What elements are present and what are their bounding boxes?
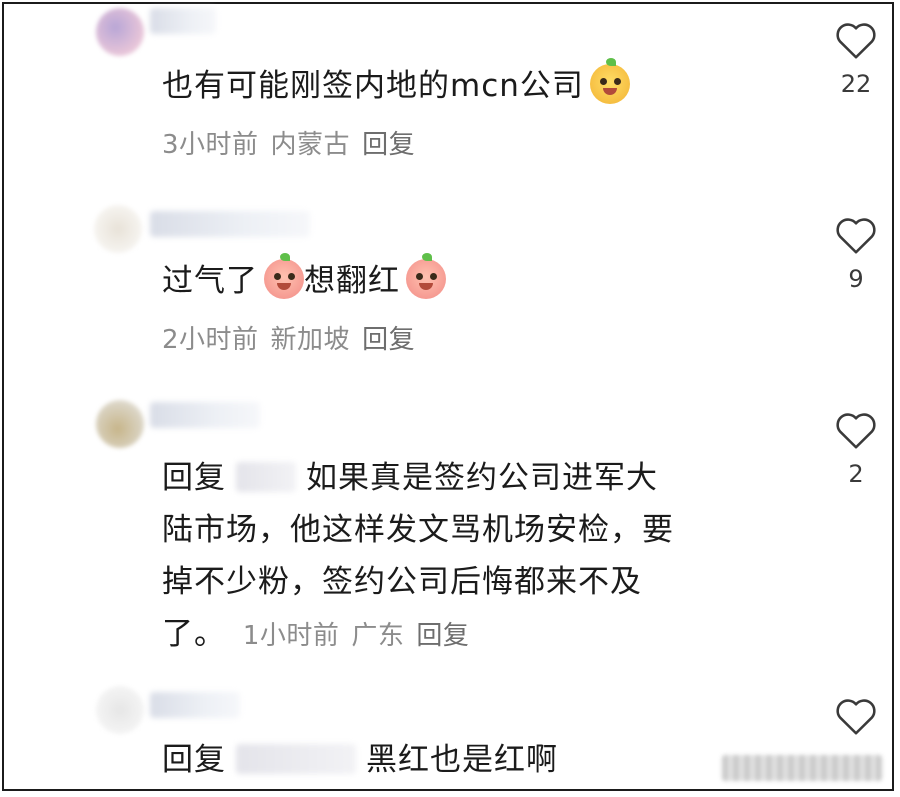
- avatar[interactable]: [94, 205, 142, 253]
- comment-body: 黑红也是红啊: [366, 742, 558, 778]
- comment-line: 了。 1小时前 广东 回复: [162, 608, 674, 662]
- reply-button[interactable]: 回复: [362, 130, 415, 160]
- screenshot-frame: [2, 2, 894, 791]
- like-button[interactable]: 22: [826, 20, 886, 98]
- comment-body-part2: 想翻红: [304, 263, 400, 299]
- sobbing-face-emoji: [406, 253, 446, 299]
- sly-face-emoji: [589, 58, 630, 104]
- comment-location: 广东: [351, 621, 405, 651]
- like-count: 9: [848, 265, 864, 293]
- username-blurred[interactable]: [150, 692, 240, 718]
- crying-face-emoji: [264, 253, 304, 299]
- comment-text: 回复 如果真是签约公司进军大 陆市场，他这样发文骂机场安检，要 掉不少粉，签约公司…: [162, 452, 674, 662]
- username-blurred[interactable]: [150, 402, 260, 428]
- heart-outline-icon[interactable]: [834, 696, 878, 736]
- comment-location: 内蒙古: [270, 130, 351, 160]
- avatar[interactable]: [96, 686, 144, 734]
- mentioned-user-blurred[interactable]: [236, 744, 356, 774]
- watermark-blurred: [722, 755, 882, 781]
- comment-meta: 2小时前 新加坡 回复: [162, 319, 427, 356]
- reply-prefix: 回复: [162, 460, 226, 496]
- comment-text: 也有可能刚签内地的mcn公司: [162, 58, 630, 112]
- comment-time: 2小时前: [162, 325, 259, 355]
- like-count: 2: [848, 460, 864, 488]
- reply-prefix: 回复: [162, 742, 226, 778]
- heart-outline-icon[interactable]: [834, 20, 878, 60]
- comment-body-line4: 了。: [162, 616, 226, 652]
- username-blurred[interactable]: [150, 211, 310, 237]
- comment-body-line3: 掉不少粉，签约公司后悔都来不及: [162, 564, 642, 600]
- like-count: 22: [840, 70, 872, 98]
- comment-time: 3小时前: [162, 130, 259, 160]
- comment-text: 回复 黑红也是红啊: [162, 734, 558, 786]
- comment-body: 也有可能刚签内地的mcn公司: [162, 68, 584, 104]
- comment-time: 1小时前: [242, 621, 340, 651]
- reply-button[interactable]: 回复: [362, 325, 415, 355]
- like-button[interactable]: 9: [826, 215, 886, 293]
- like-button[interactable]: [826, 696, 886, 736]
- comment-location: 新加坡: [270, 325, 351, 355]
- heart-outline-icon[interactable]: [834, 215, 878, 255]
- heart-outline-icon[interactable]: [834, 410, 878, 450]
- avatar[interactable]: [96, 400, 144, 448]
- username-blurred[interactable]: [150, 8, 216, 34]
- reply-button[interactable]: 回复: [416, 621, 469, 651]
- comment-body-part1: 过气了: [162, 263, 258, 299]
- comment-body-line1: 如果真是签约公司进军大: [306, 460, 658, 496]
- comment-meta: 3小时前 内蒙古 回复: [162, 124, 427, 161]
- like-button[interactable]: 2: [826, 410, 886, 488]
- avatar[interactable]: [96, 8, 144, 56]
- mentioned-user-blurred[interactable]: [236, 462, 296, 492]
- comment-text: 过气了 想翻红: [162, 253, 446, 307]
- comment-body-line2: 陆市场，他这样发文骂机场安检，要: [162, 512, 674, 548]
- comment-meta: 1小时前 广东 回复: [243, 621, 482, 651]
- comment-line: 回复 如果真是签约公司进军大: [162, 452, 674, 504]
